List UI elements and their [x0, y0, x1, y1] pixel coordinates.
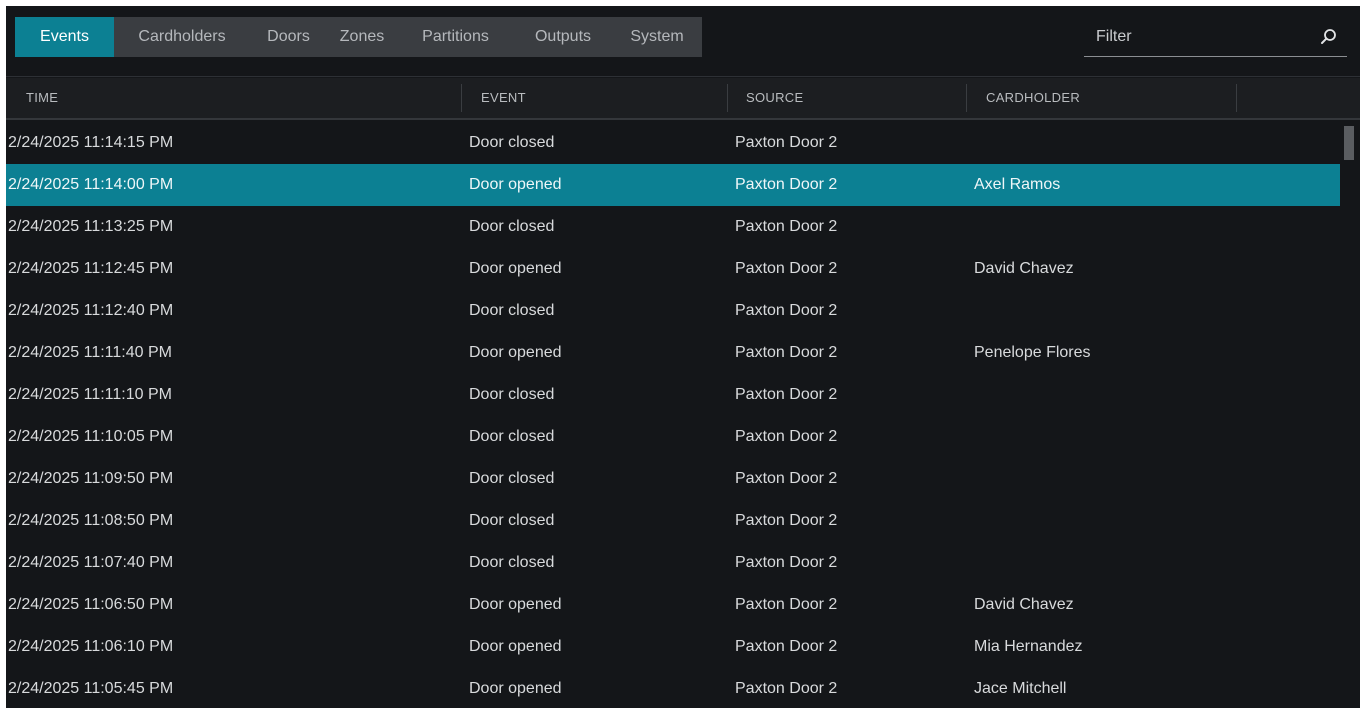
- scrollbar-thumb[interactable]: [1344, 126, 1354, 160]
- table-row[interactable]: 2/24/2025 11:09:50 PM Door closed Paxton…: [6, 458, 1340, 500]
- top-bar: Events Cardholders Doors Zones Partition…: [6, 6, 1360, 77]
- table-row-selected[interactable]: 2/24/2025 11:14:00 PM Door opened Paxton…: [6, 164, 1340, 206]
- table-row[interactable]: 2/24/2025 11:06:10 PM Door opened Paxton…: [6, 626, 1340, 668]
- event-cell: Door opened: [469, 344, 562, 361]
- column-divider[interactable]: [727, 84, 728, 112]
- tab-partitions[interactable]: Partitions: [397, 17, 514, 57]
- filter-input[interactable]: [1084, 17, 1328, 57]
- table-row[interactable]: 2/24/2025 11:14:15 PM Door closed Paxton…: [6, 122, 1340, 164]
- column-divider[interactable]: [966, 84, 967, 112]
- time-cell: 2/24/2025 11:13:25 PM: [8, 218, 174, 235]
- table-row[interactable]: 2/24/2025 11:12:40 PM Door closed Paxton…: [6, 290, 1340, 332]
- source-cell: Paxton Door 2: [735, 302, 838, 319]
- column-header-cardholder[interactable]: CARDHOLDER: [986, 78, 1080, 118]
- event-cell: Door closed: [469, 134, 555, 151]
- cardholder-cell: Jace Mitchell: [974, 680, 1067, 697]
- event-cell: Door closed: [469, 218, 555, 235]
- source-cell: Paxton Door 2: [735, 386, 838, 403]
- time-cell: 2/24/2025 11:05:45 PM: [8, 680, 174, 697]
- vertical-scrollbar[interactable]: [1342, 122, 1360, 708]
- event-cell: Door closed: [469, 428, 555, 445]
- cardholder-cell: Mia Hernandez: [974, 638, 1083, 655]
- source-cell: Paxton Door 2: [735, 428, 838, 445]
- source-cell: Paxton Door 2: [735, 680, 838, 697]
- tab-zones[interactable]: Zones: [327, 17, 397, 57]
- time-cell: 2/24/2025 11:07:40 PM: [8, 554, 174, 571]
- column-header-event[interactable]: EVENT: [481, 78, 526, 118]
- cardholder-cell: Penelope Flores: [974, 344, 1091, 361]
- cardholder-cell: David Chavez: [974, 260, 1074, 277]
- time-cell: 2/24/2025 11:11:10 PM: [8, 386, 172, 403]
- tab-cardholders[interactable]: Cardholders: [114, 17, 250, 57]
- table-row[interactable]: 2/24/2025 11:07:40 PM Door closed Paxton…: [6, 542, 1340, 584]
- event-cell: Door closed: [469, 302, 555, 319]
- event-cell: Door opened: [469, 176, 562, 193]
- source-cell: Paxton Door 2: [735, 638, 838, 655]
- time-cell: 2/24/2025 11:06:50 PM: [8, 596, 174, 613]
- time-cell: 2/24/2025 11:14:15 PM: [8, 134, 174, 151]
- cardholder-cell: Axel Ramos: [974, 176, 1061, 193]
- source-cell: Paxton Door 2: [735, 260, 838, 277]
- column-header-time[interactable]: TIME: [26, 78, 58, 118]
- source-cell: Paxton Door 2: [735, 134, 838, 151]
- tab-bar: Events Cardholders Doors Zones Partition…: [15, 17, 702, 57]
- time-cell: 2/24/2025 11:11:40 PM: [8, 344, 172, 361]
- table-row[interactable]: 2/24/2025 11:13:25 PM Door closed Paxton…: [6, 206, 1340, 248]
- time-cell: 2/24/2025 11:12:45 PM: [8, 260, 174, 277]
- event-cell: Door opened: [469, 680, 562, 697]
- source-cell: Paxton Door 2: [735, 344, 838, 361]
- column-header-source[interactable]: SOURCE: [746, 78, 803, 118]
- table-row[interactable]: 2/24/2025 11:12:45 PM Door opened Paxton…: [6, 248, 1340, 290]
- column-divider[interactable]: [1236, 84, 1237, 112]
- event-list: 2/24/2025 11:14:15 PM Door closed Paxton…: [6, 122, 1340, 708]
- time-cell: 2/24/2025 11:06:10 PM: [8, 638, 174, 655]
- time-cell: 2/24/2025 11:10:05 PM: [8, 428, 174, 445]
- time-cell: 2/24/2025 11:09:50 PM: [8, 470, 174, 487]
- event-cell: Door opened: [469, 638, 562, 655]
- event-cell: Door opened: [469, 596, 562, 613]
- source-cell: Paxton Door 2: [735, 218, 838, 235]
- search-icon[interactable]: [1319, 27, 1339, 47]
- cardholder-cell: David Chavez: [974, 596, 1074, 613]
- source-cell: Paxton Door 2: [735, 596, 838, 613]
- events-panel: Events Cardholders Doors Zones Partition…: [6, 6, 1360, 708]
- time-cell: 2/24/2025 11:12:40 PM: [8, 302, 174, 319]
- event-cell: Door closed: [469, 386, 555, 403]
- table-row[interactable]: 2/24/2025 11:05:45 PM Door opened Paxton…: [6, 668, 1340, 708]
- source-cell: Paxton Door 2: [735, 176, 838, 193]
- time-cell: 2/24/2025 11:14:00 PM: [8, 176, 174, 193]
- tab-system[interactable]: System: [612, 17, 702, 57]
- table-row[interactable]: 2/24/2025 11:06:50 PM Door opened Paxton…: [6, 584, 1340, 626]
- tab-outputs[interactable]: Outputs: [514, 17, 612, 57]
- source-cell: Paxton Door 2: [735, 512, 838, 529]
- table-header: TIME EVENT SOURCE CARDHOLDER: [6, 78, 1360, 120]
- time-cell: 2/24/2025 11:08:50 PM: [8, 512, 174, 529]
- tab-doors[interactable]: Doors: [250, 17, 327, 57]
- table-row[interactable]: 2/24/2025 11:10:05 PM Door closed Paxton…: [6, 416, 1340, 458]
- source-cell: Paxton Door 2: [735, 554, 838, 571]
- tab-events[interactable]: Events: [15, 17, 114, 57]
- table-row[interactable]: 2/24/2025 11:11:10 PM Door closed Paxton…: [6, 374, 1340, 416]
- event-cell: Door closed: [469, 512, 555, 529]
- source-cell: Paxton Door 2: [735, 470, 838, 487]
- table-row[interactable]: 2/24/2025 11:11:40 PM Door opened Paxton…: [6, 332, 1340, 374]
- table-row[interactable]: 2/24/2025 11:08:50 PM Door closed Paxton…: [6, 500, 1340, 542]
- event-cell: Door closed: [469, 554, 555, 571]
- event-cell: Door opened: [469, 260, 562, 277]
- column-divider[interactable]: [461, 84, 462, 112]
- filter-box: [1084, 17, 1347, 57]
- event-cell: Door closed: [469, 470, 555, 487]
